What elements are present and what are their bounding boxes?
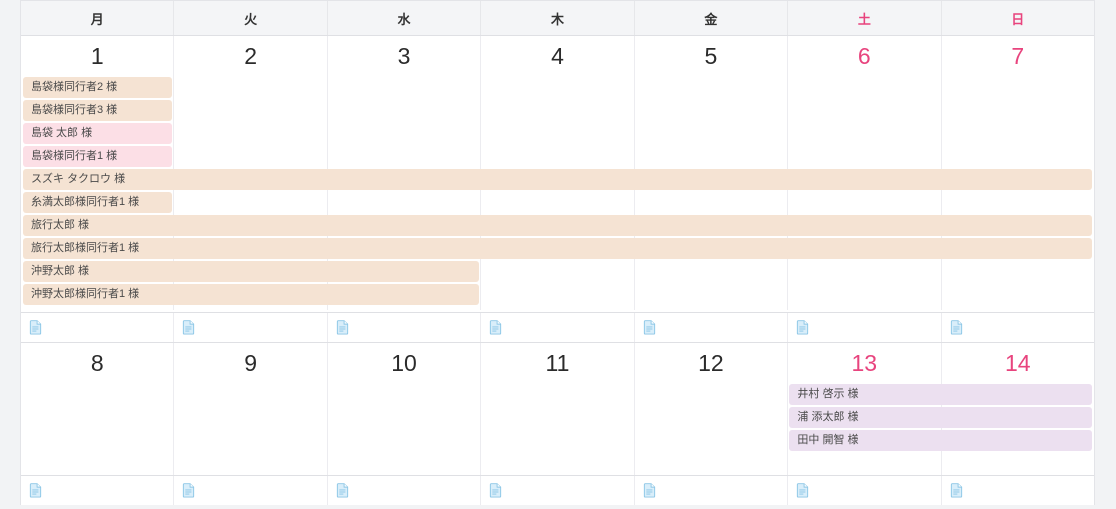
memo-cell[interactable] <box>788 476 942 505</box>
memo-icon-row <box>21 475 1094 505</box>
weekday-header-weekday-0: 月 <box>21 1 175 35</box>
document-icon[interactable] <box>29 320 42 335</box>
event-bar[interactable]: 井村 啓示 様 <box>789 384 1092 405</box>
memo-cell[interactable] <box>21 313 175 342</box>
document-icon[interactable] <box>643 320 656 335</box>
memo-cell[interactable] <box>635 476 789 505</box>
weekday-header-saturday-5: 土 <box>788 1 942 35</box>
event-row: 糸満太郎様同行者1 様 <box>21 191 1094 214</box>
day-cell-11[interactable]: 11 <box>481 343 635 383</box>
events-bottom-pad <box>21 306 1094 312</box>
event-bar[interactable]: 旅行太郎様同行者1 様 <box>23 238 1092 259</box>
day-number-row: 8 9 10 11 12 13 14 <box>21 343 1094 383</box>
memo-cell[interactable] <box>942 476 1094 505</box>
weekday-header-weekday-4: 金 <box>635 1 789 35</box>
event-row: 田中 開智 様 <box>21 429 1094 452</box>
document-icon[interactable] <box>182 483 195 498</box>
weekday-header-weekday-3: 木 <box>481 1 635 35</box>
day-cell-5[interactable]: 5 <box>635 36 789 76</box>
memo-cell[interactable] <box>788 313 942 342</box>
event-row: 沖野太郎様同行者1 様 <box>21 283 1094 306</box>
document-icon[interactable] <box>489 320 502 335</box>
weeks-container: 1 2 3 4 5 6 7 島袋様同行者2 様島袋様同行者3 様島袋 太郎 様島袋様同行者1 … <box>21 36 1094 505</box>
event-row: スズキ タクロウ 様 <box>21 168 1094 191</box>
memo-cell[interactable] <box>328 313 482 342</box>
day-cell-1[interactable]: 1 <box>21 36 175 76</box>
event-row <box>21 452 1094 475</box>
events-area: 井村 啓示 様浦 添太郎 様田中 開智 様 <box>21 383 1094 475</box>
day-cell-9[interactable]: 9 <box>174 343 328 383</box>
day-cell-13[interactable]: 13 <box>788 343 942 383</box>
document-icon[interactable] <box>796 483 809 498</box>
memo-cell[interactable] <box>174 476 328 505</box>
weekday-header-row: 月火水木金土 日 <box>21 0 1094 36</box>
event-row: 島袋 太郎 様 <box>21 122 1094 145</box>
document-icon[interactable] <box>29 483 42 498</box>
event-row: 旅行太郎 様 <box>21 214 1094 237</box>
event-bar[interactable]: 糸満太郎様同行者1 様 <box>23 192 173 213</box>
event-bar[interactable]: 田中 開智 様 <box>789 430 1092 451</box>
event-bar[interactable]: 沖野太郎様同行者1 様 <box>23 284 479 305</box>
event-row: 島袋様同行者1 様 <box>21 145 1094 168</box>
event-row: 浦 添太郎 様 <box>21 406 1094 429</box>
event-row: 沖野太郎 様 <box>21 260 1094 283</box>
day-cell-8[interactable]: 8 <box>21 343 175 383</box>
document-icon[interactable] <box>950 320 963 335</box>
memo-cell[interactable] <box>481 476 635 505</box>
memo-icon-row <box>21 312 1094 342</box>
weekday-header-sunday-6: 日 <box>1011 11 1025 27</box>
document-icon[interactable] <box>336 320 349 335</box>
event-bar[interactable]: 島袋 太郎 様 <box>23 123 173 144</box>
day-cell-3[interactable]: 3 <box>328 36 482 76</box>
event-row: 井村 啓示 様 <box>21 383 1094 406</box>
document-icon[interactable] <box>643 483 656 498</box>
document-icon[interactable] <box>489 483 502 498</box>
event-bar[interactable]: 島袋様同行者3 様 <box>23 100 173 121</box>
event-bar[interactable]: 浦 添太郎 様 <box>789 407 1092 428</box>
event-bar[interactable]: 旅行太郎 様 <box>23 215 1092 236</box>
document-icon[interactable] <box>950 483 963 498</box>
document-icon[interactable] <box>336 483 349 498</box>
memo-cell[interactable] <box>21 476 175 505</box>
event-bar[interactable]: スズキ タクロウ 様 <box>23 169 1092 190</box>
day-number-row: 1234567 <box>21 36 1094 76</box>
memo-cell[interactable] <box>174 313 328 342</box>
memo-cell[interactable] <box>942 313 1094 342</box>
day-cell-12[interactable]: 12 <box>635 343 789 383</box>
day-cell-10[interactable]: 10 <box>328 343 482 383</box>
document-icon[interactable] <box>182 320 195 335</box>
day-cell-2[interactable]: 2 <box>174 36 328 76</box>
event-bar[interactable]: 島袋様同行者2 様 <box>23 77 173 98</box>
event-bar[interactable]: 沖野太郎 様 <box>23 261 479 282</box>
week-row: 8 9 10 11 12 13 14 井村 啓示 様浦 添太郎 様田中 開智 様 <box>21 343 1094 505</box>
memo-cell[interactable] <box>328 476 482 505</box>
day-cell-14[interactable]: 14 <box>942 343 1094 383</box>
events-area: 島袋様同行者2 様島袋様同行者3 様島袋 太郎 様島袋様同行者1 様スズキ タク… <box>21 76 1094 312</box>
day-cell-7[interactable]: 7 <box>942 36 1094 76</box>
memo-cell[interactable] <box>481 313 635 342</box>
event-row: 島袋様同行者3 様 <box>21 99 1094 122</box>
event-row: 島袋様同行者2 様 <box>21 76 1094 99</box>
event-row: 旅行太郎様同行者1 様 <box>21 237 1094 260</box>
weekday-header-weekday-2: 水 <box>328 1 482 35</box>
weekday-header-weekday-1: 火 <box>174 1 328 35</box>
event-bar[interactable]: 島袋様同行者1 様 <box>23 146 173 167</box>
document-icon[interactable] <box>796 320 809 335</box>
day-cell-6[interactable]: 6 <box>788 36 942 76</box>
calendar-grid: 月火水木金土日 1 2 3 4 5 6 7 島袋様同行者2 様島袋様同行者3 様島袋 太郎 様… <box>20 0 1095 505</box>
day-cell-4[interactable]: 4 <box>481 36 635 76</box>
memo-cell[interactable] <box>635 313 789 342</box>
week-row: 1 2 3 4 5 6 7 島袋様同行者2 様島袋様同行者3 様島袋 太郎 様島袋様同行者1 … <box>21 36 1094 343</box>
